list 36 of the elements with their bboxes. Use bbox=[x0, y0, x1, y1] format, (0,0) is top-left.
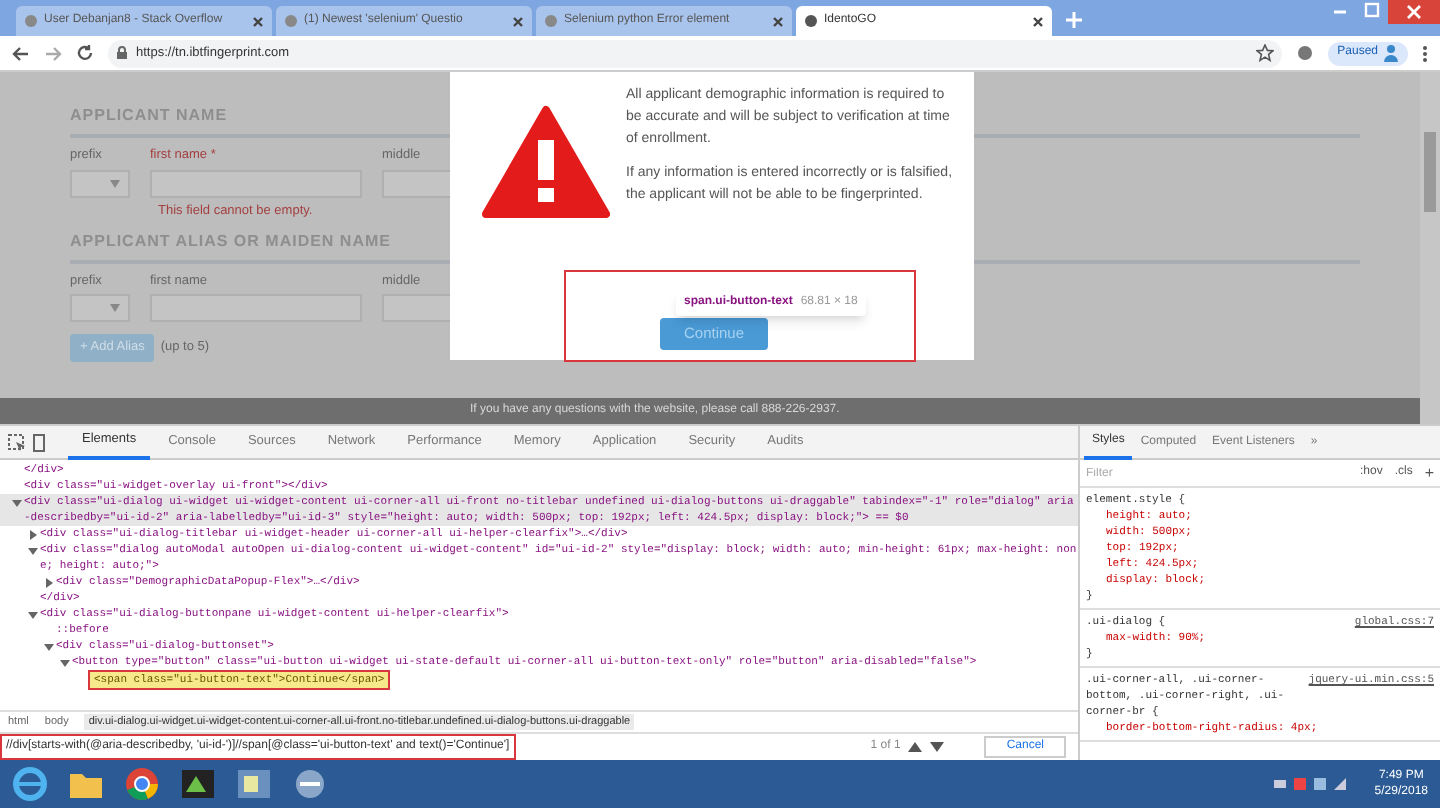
menu-icon bbox=[1422, 43, 1428, 63]
new-tab-icon bbox=[1064, 10, 1084, 30]
close-icon bbox=[1406, 4, 1422, 20]
forward-arrow-icon bbox=[44, 45, 62, 61]
back-arrow-icon bbox=[12, 45, 30, 61]
page-icon bbox=[284, 14, 298, 28]
add-rule-button[interactable]: + bbox=[1424, 461, 1434, 485]
app-icon bbox=[292, 768, 328, 800]
browser-e-icon bbox=[12, 766, 48, 802]
warning-icon bbox=[482, 104, 610, 220]
device-icon bbox=[30, 433, 48, 451]
chrome-logo-icon bbox=[124, 766, 160, 802]
inspect-icon bbox=[8, 433, 26, 451]
prefix-dropdown[interactable] bbox=[70, 294, 130, 323]
close-icon bbox=[252, 15, 264, 27]
close-icon bbox=[1032, 15, 1044, 27]
page-icon bbox=[24, 14, 38, 28]
caret-icon bbox=[110, 304, 120, 313]
prefix-dropdown[interactable] bbox=[70, 169, 130, 198]
up-arrow-icon bbox=[908, 742, 923, 752]
reload-icon bbox=[76, 44, 94, 62]
close-window-button[interactable] bbox=[1388, 0, 1440, 24]
app-icon bbox=[180, 768, 216, 800]
close-icon bbox=[512, 15, 524, 27]
folder-icon bbox=[68, 768, 104, 800]
star-icon bbox=[1255, 44, 1274, 62]
page-icon bbox=[804, 14, 818, 28]
extension-icon bbox=[1295, 44, 1314, 62]
lock-icon bbox=[116, 46, 128, 60]
close-icon bbox=[772, 15, 784, 27]
scrollbar-thumb bbox=[1424, 132, 1436, 212]
app-icon bbox=[236, 768, 272, 800]
person-icon bbox=[1384, 44, 1398, 62]
page-icon bbox=[544, 14, 558, 28]
down-arrow-icon bbox=[930, 742, 945, 752]
caret-icon bbox=[110, 179, 120, 188]
